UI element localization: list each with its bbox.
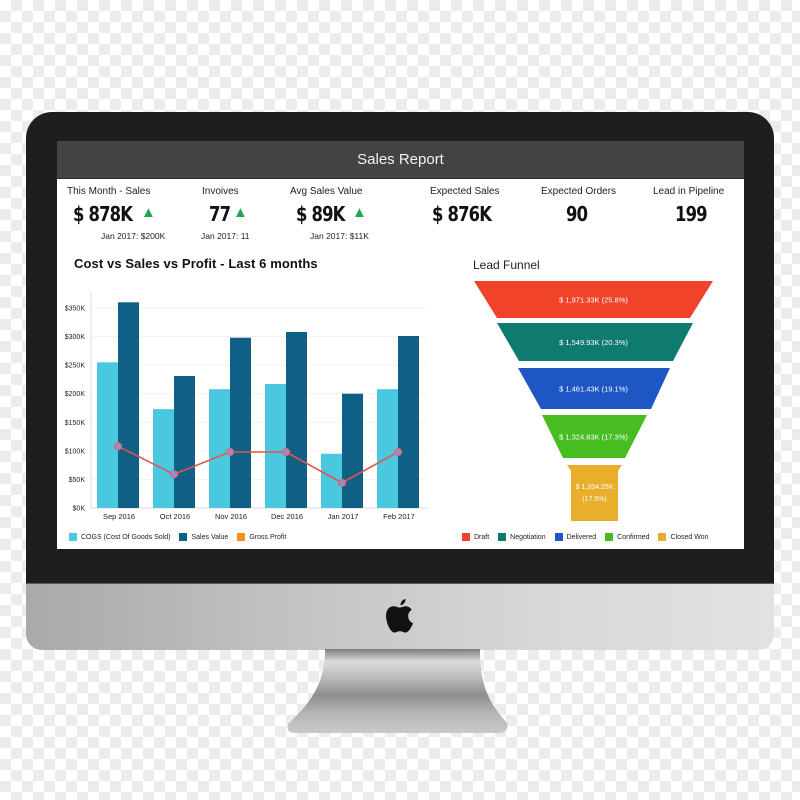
bar-chart-legend: COGS (Cost Of Goods Sold) Sales Value Gr… [69, 533, 295, 541]
funnel-label: $ 1,461.43K (19.1%) [559, 385, 628, 394]
trend-up-icon: ▲ [233, 204, 248, 221]
gross-profit-point [225, 447, 235, 457]
window-title-bar: Sales Report [57, 141, 744, 179]
kpi-expected-orders: Expected Orders 90 [541, 186, 616, 226]
trend-up-icon: ▲ [352, 204, 367, 221]
kpi-comparison: Jan 2017: 11 [201, 231, 250, 241]
y-tick-label: $50K [69, 477, 86, 484]
funnel-label: (17.5%) [582, 496, 607, 503]
funnel-label: $ 1,549.93K (20.3%) [559, 338, 628, 347]
legend-swatch [554, 533, 563, 541]
funnel-legend: Draft Negotiation Delivered Confirmed Cl… [462, 533, 717, 541]
kpi-this-month-sales: This Month - Sales $ 878K ▲ Jan 2017: $2… [67, 186, 165, 241]
gross-profit-point [281, 447, 291, 457]
legend-swatch [658, 533, 667, 541]
legend-item-sales-value[interactable]: Sales Value [179, 533, 228, 541]
kpi-label: This Month - Sales [67, 186, 151, 197]
bar-sales-value [398, 336, 419, 508]
funnel-label: $ 1,971.33K (25.8%) [559, 296, 628, 305]
kpi-invoices: Invoives 77 ▲ Jan 2017: 11 [201, 186, 250, 241]
x-tick-label: Jan 2017 [328, 512, 359, 521]
kpi-label: Lead in Pipeline [653, 186, 725, 197]
legend-label: Draft [474, 533, 490, 541]
y-tick-label: $250K [65, 363, 86, 370]
y-tick-label: $200K [65, 391, 86, 398]
funnel-label: $ 1,324.83K (17.3%) [559, 433, 628, 442]
monitor-stand [287, 649, 508, 733]
bar-sales-value [342, 393, 363, 508]
legend-label: Sales Value [191, 533, 229, 541]
legend-item-gross-profit[interactable]: Gross Profit [237, 533, 286, 541]
bar-sales-value [286, 332, 307, 508]
legend-item-draft[interactable]: Draft [462, 533, 489, 541]
bar-sales-value [118, 302, 139, 508]
kpi-value: $ 876K [432, 202, 492, 226]
y-tick-label: $100K [65, 448, 86, 455]
kpi-label: Invoives [202, 186, 239, 197]
legend-swatch [237, 533, 246, 541]
funnel-stage-closed-won[interactable] [567, 465, 622, 521]
legend-label: Confirmed [617, 533, 650, 541]
legend-label: Negotiation [510, 533, 546, 541]
bar-chart-title: Cost vs Sales vs Profit - Last 6 months [74, 256, 318, 271]
legend-swatch [605, 533, 614, 541]
kpi-value: $ 878K [73, 202, 133, 226]
kpi-value: $ 89K [296, 202, 345, 226]
bar-sales-value [230, 337, 251, 508]
funnel-chart-title: Lead Funnel [473, 258, 540, 272]
kpi-expected-sales: Expected Sales $ 876K [430, 186, 504, 226]
bar-cogs [209, 389, 230, 508]
legend-swatch [498, 533, 507, 541]
bar-cogs [265, 384, 286, 508]
gross-profit-point [169, 470, 179, 479]
x-tick-label: Nov 2016 [215, 512, 247, 521]
bar-cogs [153, 409, 174, 508]
x-tick-label: Feb 2017 [383, 512, 415, 521]
kpi-label: Avg Sales Value [290, 186, 363, 197]
legend-label: COGS (Cost Of Goods Sold) [81, 533, 171, 541]
bar-cogs [97, 362, 118, 508]
kpi-avg-sales-value: Avg Sales Value $ 89K ▲ Jan 2017: $11K [290, 186, 369, 241]
legend-label: Gross Profit [249, 533, 287, 541]
y-tick-label: $350K [65, 306, 86, 313]
lead-funnel-chart: $ 1,971.33K (25.8%) $ 1,549.93K (20.3%) $ … [474, 281, 713, 521]
x-tick-label: Oct 2016 [160, 512, 190, 521]
legend-swatch [462, 533, 470, 541]
y-tick-label: $150K [65, 420, 86, 427]
dashboard-screen: Sales Report This Month - Sales $ 878K ▲… [57, 141, 744, 549]
trend-up-icon: ▲ [141, 204, 156, 221]
legend-swatch [179, 533, 188, 541]
gross-profit-point [393, 447, 403, 457]
cost-sales-profit-chart: $0K $50K $100K $150K $200K $250K $300K $350K Sep… [65, 291, 427, 521]
kpi-comparison: Jan 2017: $11K [310, 231, 369, 241]
legend-label: Closed Won [670, 533, 709, 541]
kpi-lead-in-pipeline: Lead in Pipeline 199 [653, 186, 724, 226]
legend-label: Delivered [566, 533, 597, 541]
legend-item-negotiation[interactable]: Negotiation [498, 533, 546, 541]
x-tick-label: Dec 2016 [271, 512, 303, 521]
kpi-label: Expected Orders [541, 186, 617, 197]
legend-item-confirmed[interactable]: Confirmed [605, 533, 649, 541]
kpi-label: Expected Sales [430, 186, 500, 197]
kpi-comparison: Jan 2017: $200K [101, 231, 166, 241]
gross-profit-point [113, 442, 123, 451]
kpi-value: 90 [566, 202, 588, 226]
kpi-value: 199 [675, 202, 708, 226]
y-tick-label: $0K [73, 506, 86, 513]
bar-cogs [377, 389, 398, 508]
legend-item-cogs[interactable]: COGS (Cost Of Goods Sold) [69, 533, 170, 541]
legend-swatch [69, 533, 77, 541]
kpi-value: 77 [209, 202, 231, 226]
legend-item-closed-won[interactable]: Closed Won [658, 533, 708, 541]
bar-sales-value [174, 376, 195, 508]
apple-logo-icon [386, 599, 413, 633]
window-title: Sales Report [357, 151, 444, 168]
funnel-label: $ 1,334.25K [576, 484, 614, 491]
x-tick-label: Sep 2016 [103, 512, 135, 521]
gross-profit-point [337, 478, 347, 487]
legend-item-delivered[interactable]: Delivered [554, 533, 597, 541]
y-tick-label: $300K [65, 334, 86, 341]
